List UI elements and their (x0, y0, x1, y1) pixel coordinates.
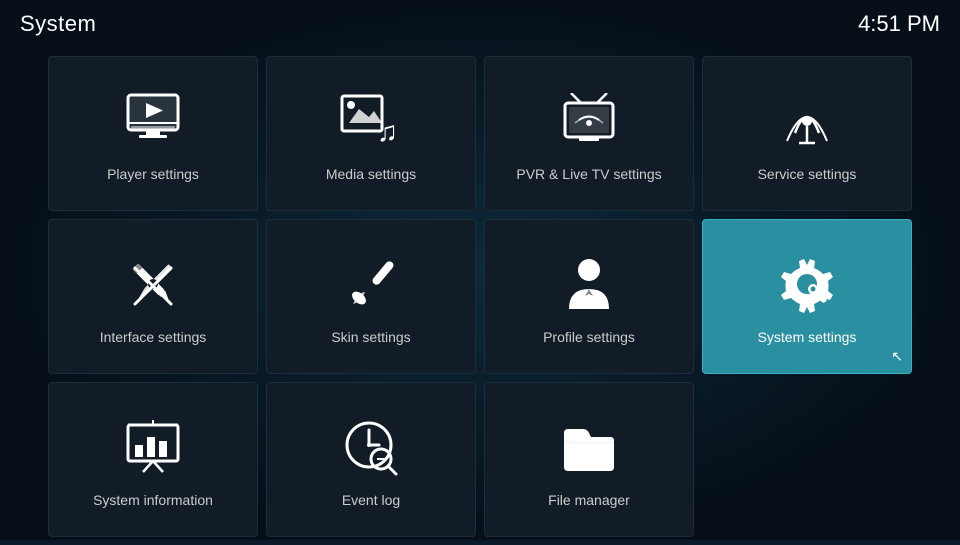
svg-text:♫: ♫ (377, 116, 398, 147)
header: System 4:51 PM (0, 0, 960, 48)
system-information-icon (118, 412, 188, 482)
grid-item-system-settings[interactable]: System settings ↖ (702, 219, 912, 374)
service-settings-label: Service settings (750, 166, 865, 182)
skin-settings-icon (336, 249, 406, 319)
service-settings-icon (772, 86, 842, 156)
grid-item-pvr-settings[interactable]: PVR & Live TV settings (484, 56, 694, 211)
media-settings-label: Media settings (318, 166, 424, 182)
pvr-settings-label: PVR & Live TV settings (508, 166, 669, 182)
grid-item-event-log[interactable]: Event log (266, 382, 476, 537)
profile-settings-icon (554, 249, 624, 319)
player-settings-icon (118, 86, 188, 156)
grid-item-service-settings[interactable]: Service settings (702, 56, 912, 211)
settings-grid: Player settings ♫ Media settings (0, 48, 960, 545)
grid-item-file-manager[interactable]: File manager (484, 382, 694, 537)
event-log-label: Event log (334, 492, 408, 508)
grid-item-system-information[interactable]: System information (48, 382, 258, 537)
media-settings-icon: ♫ (336, 86, 406, 156)
interface-settings-label: Interface settings (92, 329, 215, 345)
system-settings-icon (772, 249, 842, 319)
grid-item-profile-settings[interactable]: Profile settings (484, 219, 694, 374)
clock: 4:51 PM (858, 11, 940, 37)
cursor-icon: ↖ (891, 348, 903, 365)
interface-settings-icon (118, 249, 188, 319)
event-log-icon (336, 412, 406, 482)
grid-item-media-settings[interactable]: ♫ Media settings (266, 56, 476, 211)
profile-settings-label: Profile settings (535, 329, 643, 345)
page-title: System (20, 11, 96, 37)
grid-item-player-settings[interactable]: Player settings (48, 56, 258, 211)
grid-item-interface-settings[interactable]: Interface settings (48, 219, 258, 374)
page-container: System 4:51 PM Play (0, 0, 960, 540)
file-manager-icon (554, 412, 624, 482)
player-settings-label: Player settings (99, 166, 207, 182)
pvr-settings-icon (554, 86, 624, 156)
file-manager-label: File manager (540, 492, 638, 508)
system-information-label: System information (85, 492, 221, 508)
grid-item-skin-settings[interactable]: Skin settings (266, 219, 476, 374)
system-settings-label: System settings (750, 329, 865, 345)
skin-settings-label: Skin settings (323, 329, 418, 345)
